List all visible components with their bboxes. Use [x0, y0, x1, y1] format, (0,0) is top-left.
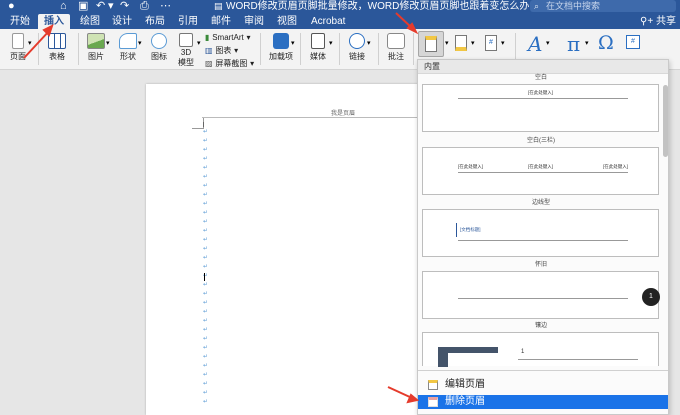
annotation-arrows — [23, 12, 420, 404]
